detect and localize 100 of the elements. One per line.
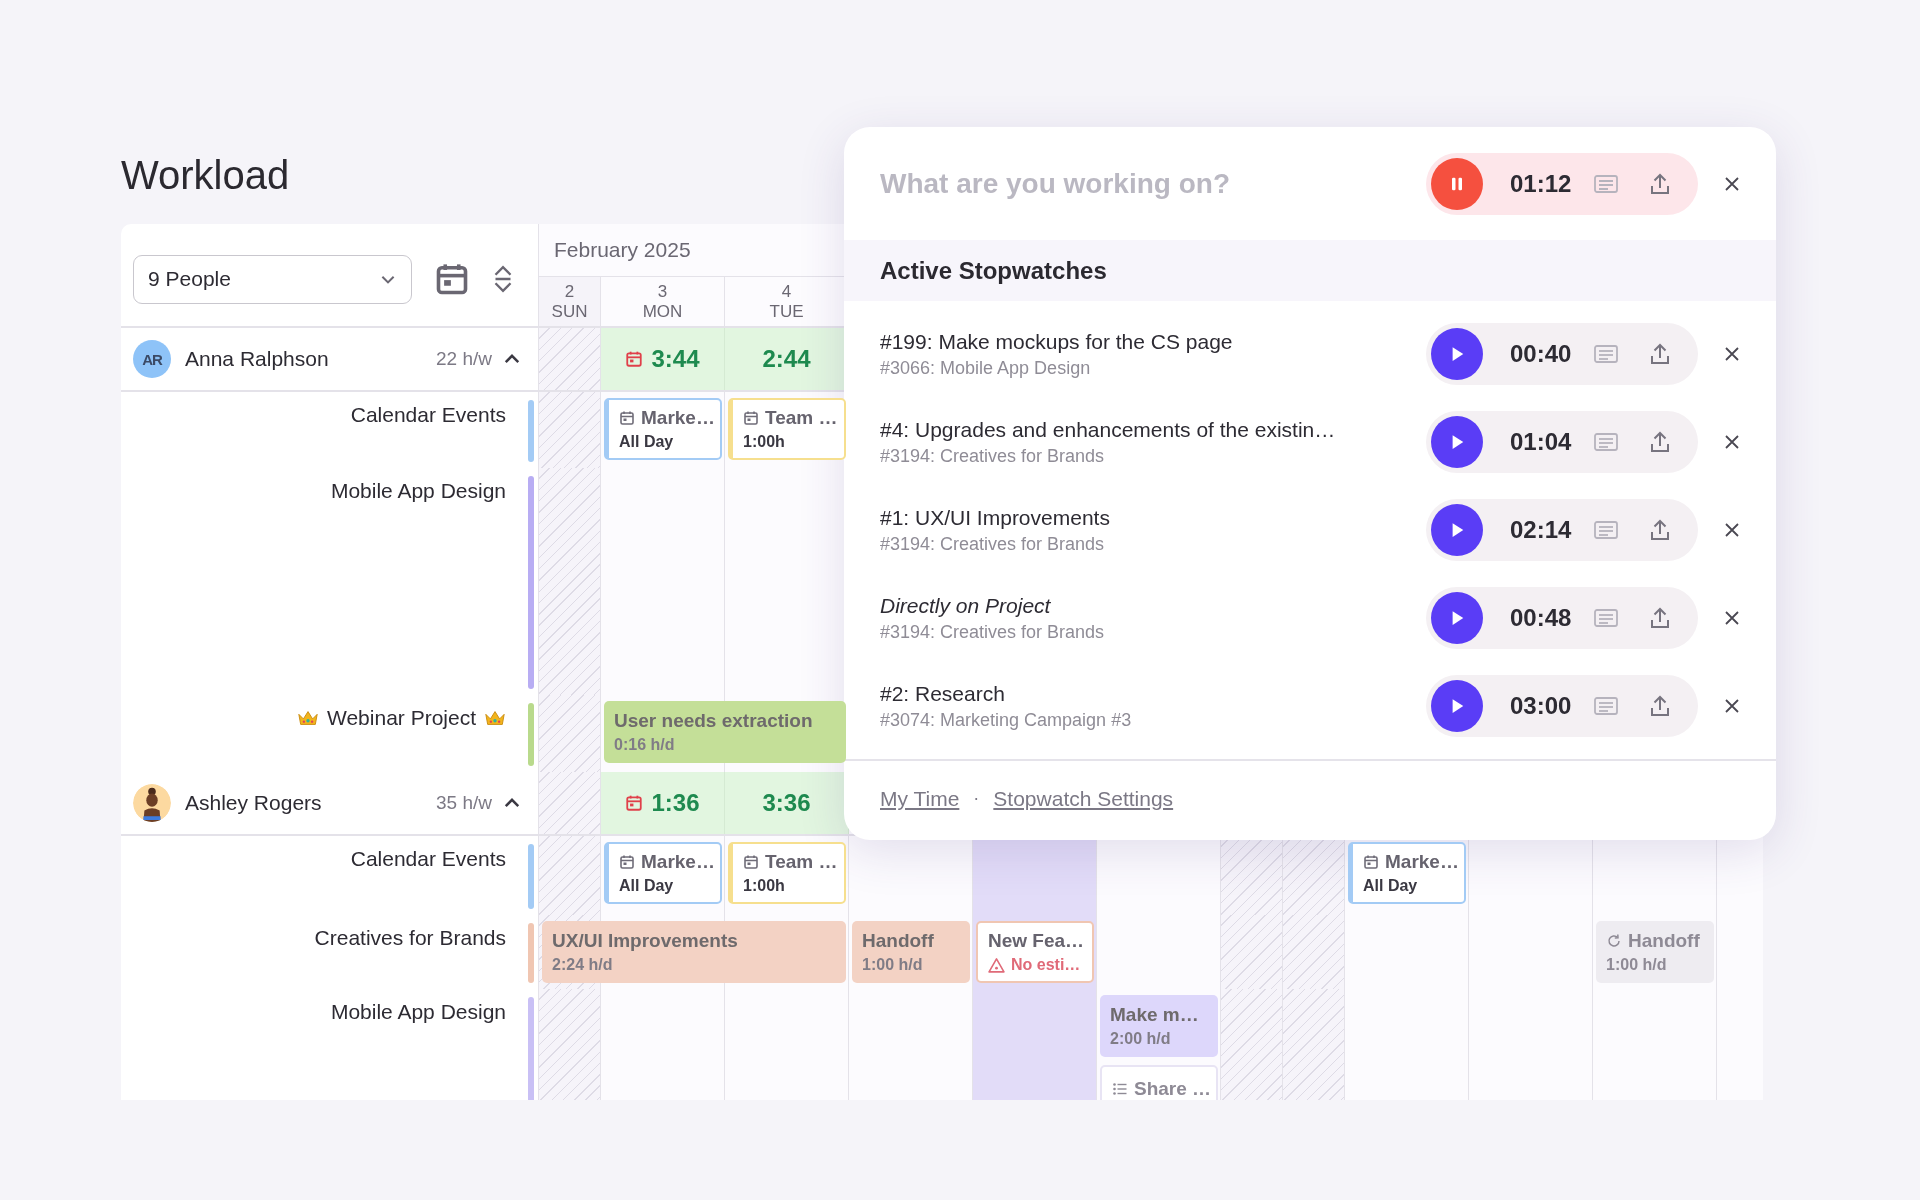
calendar-event-card[interactable]: Marke… All Day: [604, 842, 722, 904]
task-title: Share …: [1134, 1078, 1212, 1100]
upload-button[interactable]: [1650, 607, 1670, 629]
task-bar[interactable]: User needs extraction 0:16 h/d: [604, 701, 846, 763]
day-number: 4: [781, 281, 792, 302]
stopwatch-title: #2: Research: [880, 681, 1006, 706]
close-icon: [1724, 346, 1740, 362]
refresh-icon: [1606, 933, 1622, 949]
timer-time: 01:12: [1510, 169, 1573, 198]
calendar-button[interactable]: [434, 261, 470, 297]
footer-link[interactable]: Stopwatch Settings: [993, 786, 1174, 811]
upload-icon: [1650, 695, 1670, 717]
crown-icon: [297, 708, 319, 728]
calendar-event-card[interactable]: Marke… All Day: [604, 398, 722, 460]
upload-button[interactable]: [1650, 695, 1670, 717]
day-number: 2: [564, 281, 575, 302]
event-title: Marke…: [641, 407, 715, 429]
upload-icon: [1650, 519, 1670, 541]
upload-button[interactable]: [1650, 431, 1670, 453]
calendar-icon: [434, 261, 470, 297]
people-select[interactable]: 9 People: [133, 254, 412, 304]
calendar-icon: [619, 410, 635, 426]
project-label: #3066: Mobile App Design: [880, 357, 1092, 379]
task-hours: 1:00 h/d: [1606, 956, 1668, 974]
event-duration: 1:00h: [743, 877, 786, 895]
project-label: #3074: Marketing Campaign #3: [880, 709, 1133, 731]
note-icon: [1594, 609, 1618, 627]
pause-button[interactable]: [1431, 157, 1483, 210]
note-icon: [1594, 174, 1618, 193]
task-hours: 2:24 h/d: [552, 956, 614, 974]
play-button[interactable]: [1431, 592, 1483, 644]
timer-time: 03:00: [1510, 692, 1573, 720]
close-button[interactable]: [1724, 522, 1740, 538]
stopwatch-title: #1: UX/UI Improvements: [880, 505, 1111, 530]
expand-collapse-icon: [492, 264, 514, 294]
calendar-icon: [1363, 854, 1379, 870]
calendar-icon: [625, 794, 644, 812]
calendar-event-card[interactable]: Team … 1:00h: [728, 398, 846, 460]
project-label: #3194: Creatives for Brands: [880, 621, 1106, 643]
checklist-card[interactable]: Share …: [1100, 1065, 1218, 1100]
calendar-event-card[interactable]: Marke… All Day: [1348, 842, 1466, 904]
stopwatch-title: #199: Make mockups for the CS page: [880, 329, 1234, 354]
timer-time: 02:14: [1510, 516, 1573, 544]
calendar-event-card[interactable]: Team … 1:00h: [728, 842, 846, 904]
daily-total: 2:44: [762, 345, 811, 373]
upload-icon: [1650, 343, 1670, 365]
task-title: User needs extraction: [614, 710, 814, 732]
lane-label: Mobile App Design: [330, 999, 506, 1025]
task-title: UX/UI Improvements: [552, 930, 739, 952]
footer-link[interactable]: My Time: [880, 786, 960, 811]
daily-total: 1:36: [651, 789, 700, 817]
note-icon: [1594, 697, 1618, 715]
task-bar[interactable]: Make m… 2:00 h/d: [1100, 995, 1218, 1057]
task-title: Make m…: [1110, 1004, 1200, 1026]
close-button[interactable]: [1724, 346, 1740, 362]
weekday-label: TUE: [769, 301, 804, 322]
close-button[interactable]: [1724, 698, 1740, 714]
lane-label: Calendar Events: [350, 402, 506, 428]
close-button[interactable]: [1724, 175, 1740, 192]
task-title: Handoff: [1628, 930, 1700, 952]
task-input[interactable]: What are you working on?: [880, 167, 1408, 200]
event-duration: 1:00h: [743, 433, 786, 451]
close-icon: [1724, 610, 1740, 626]
close-button[interactable]: [1724, 610, 1740, 626]
close-icon: [1724, 175, 1740, 192]
crown-icon: [484, 708, 506, 728]
task-hours: 2:00 h/d: [1110, 1030, 1172, 1048]
weekly-hours: 22 h/w: [436, 348, 492, 370]
upload-button[interactable]: [1650, 343, 1670, 365]
lane-label: Webinar Project: [327, 705, 476, 731]
upload-button[interactable]: [1650, 519, 1670, 541]
timer-time: 00:48: [1510, 604, 1573, 632]
event-title: Team …: [765, 407, 838, 429]
task-title: Handoff: [862, 930, 935, 952]
close-button[interactable]: [1724, 434, 1740, 450]
upload-button[interactable]: [1650, 172, 1670, 195]
note-icon: [1594, 433, 1618, 451]
day-number: 3: [657, 281, 668, 302]
upload-icon: [1650, 607, 1670, 629]
link-separator: ·: [973, 788, 980, 809]
play-button[interactable]: [1431, 328, 1483, 380]
play-button[interactable]: [1431, 680, 1483, 732]
task-bar[interactable]: Handoff 1:00 h/d: [852, 921, 970, 983]
calendar-icon: [743, 854, 759, 870]
event-duration: All Day: [1363, 877, 1419, 895]
upload-icon: [1650, 172, 1670, 195]
play-button[interactable]: [1431, 416, 1483, 468]
event-title: Marke…: [1385, 851, 1459, 873]
weekday-label: MON: [642, 301, 683, 322]
task-card[interactable]: New Fea… No esti…: [976, 921, 1094, 983]
page-title: Workload: [121, 152, 290, 199]
calendar-icon: [625, 350, 644, 368]
expand-collapse-button[interactable]: [492, 264, 514, 294]
task-bar[interactable]: UX/UI Improvements 2:24 h/d: [542, 921, 846, 983]
play-button[interactable]: [1431, 504, 1483, 556]
recurring-task-card[interactable]: Handoff 1:00 h/d: [1596, 921, 1714, 983]
event-duration: All Day: [619, 877, 675, 895]
task-hours: 0:16 h/d: [614, 736, 676, 754]
daily-total: 3:36: [762, 789, 811, 817]
daily-total: 3:44: [651, 345, 700, 373]
